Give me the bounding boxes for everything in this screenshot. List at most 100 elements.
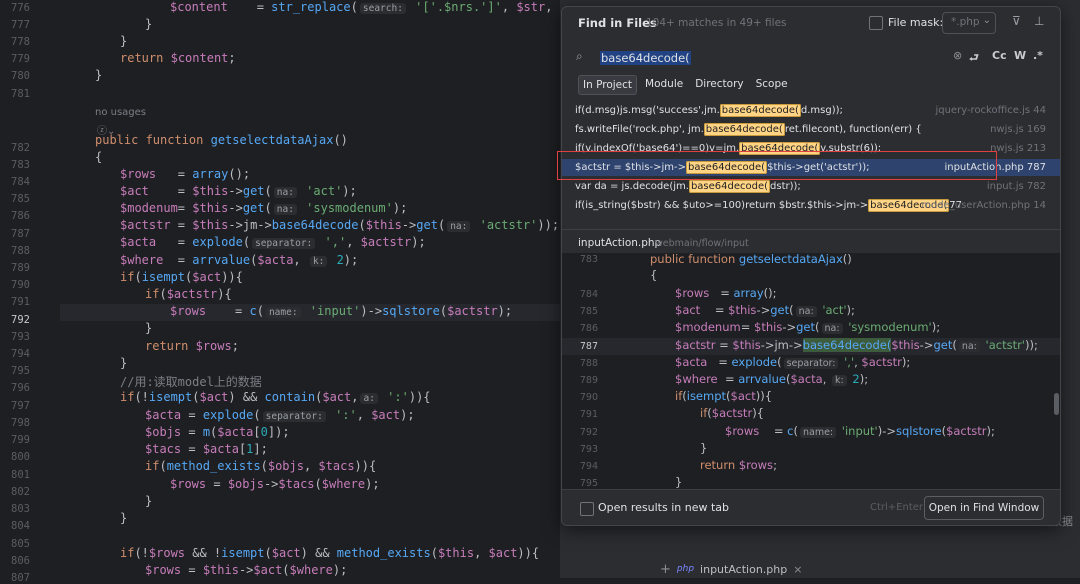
no-usages-hint[interactable]: no usages [95, 107, 146, 118]
file-mask-select[interactable]: *.php ⌄ [942, 12, 996, 34]
code-line-780[interactable]: } [95, 68, 102, 82]
code-comment-796[interactable]: //用:读取model上的数据 [120, 373, 262, 390]
result-file: input.js 782 [986, 181, 1046, 192]
dialog-footer: Open results in new tab Ctrl+Enter Open … [562, 489, 1060, 525]
preview-line-number: 784 [579, 289, 598, 300]
code-line-806[interactable]: if(!$rows && !isempt($act) && method_exi… [120, 546, 539, 560]
result-row[interactable]: if(is_string($bstr) && $uto>=100)return … [562, 197, 1060, 214]
preview-line-number: 792 [579, 427, 598, 438]
result-row[interactable]: if(d.msg)js.msg('success',jm. base64decod… [562, 102, 1060, 119]
line-number: 782 [11, 142, 30, 154]
code-line-800[interactable]: $tacs = $acta[1]; [145, 442, 268, 456]
preview-line-number: 787 [579, 341, 598, 352]
preview-line-number: 794 [579, 461, 598, 472]
tab-scope[interactable]: Scope [752, 75, 792, 95]
line-number: 791 [11, 296, 30, 308]
line-number: 780 [11, 70, 30, 82]
code-line-790[interactable]: if(isempt($act)){ [120, 270, 243, 284]
line-number: 807 [11, 572, 30, 584]
line-number: 783 [11, 159, 30, 171]
open-new-tab-label[interactable]: Open results in new tab [598, 501, 729, 514]
shortcut-hint: Ctrl+Enter [870, 502, 924, 513]
preview-line: } [675, 475, 683, 489]
preview-line: return $rows; [700, 458, 777, 472]
line-number: 776 [11, 2, 30, 14]
open-new-tab-checkbox[interactable] [580, 502, 594, 516]
code-line-787[interactable]: $actstr = $this->jm->base64decode($this-… [120, 218, 559, 232]
preview-line: $actstr = $this->jm->base64decode($this-… [675, 338, 1038, 352]
tab-module[interactable]: Module [641, 75, 687, 95]
code-line-798[interactable]: $acta = explode(separator: ':', $act); [145, 408, 415, 422]
preview-line-number: 793 [579, 444, 598, 455]
code-line-792[interactable]: $rows = c(name: 'input')->sqlstore($acts… [170, 304, 512, 318]
code-line-778[interactable]: } [120, 34, 127, 48]
code-line-788[interactable]: $acta = explode(separator: ',', $actstr)… [120, 235, 426, 249]
php-file-icon: php [676, 564, 695, 574]
line-number: 806 [11, 555, 30, 567]
file-mask-label[interactable]: File mask: [888, 16, 943, 29]
tab-label[interactable]: inputAction.php [700, 563, 787, 576]
background-tab[interactable]: + php inputAction.php × [660, 560, 802, 578]
search-icon[interactable]: ⌕ [576, 49, 583, 64]
result-row[interactable]: var da = js.decode(jm. base64decode(dstr)… [562, 178, 1060, 195]
preview-line-number: 790 [579, 392, 598, 403]
result-row[interactable]: fs.writeFile('rock.php', jm. base64decode… [562, 121, 1060, 138]
code-line-807[interactable]: $rows = $this->$act($where); [145, 563, 347, 577]
line-number: 788 [11, 245, 30, 257]
code-line-791[interactable]: if($actstr){ [145, 287, 232, 301]
code-line-794[interactable]: return $rows; [145, 339, 239, 353]
code-line-799[interactable]: $objs = m($acta[0]); [145, 425, 290, 439]
code-line-786[interactable]: $modenum= $this->get(na: 'sysmodenum'); [120, 201, 407, 215]
code-line-795[interactable]: } [120, 356, 127, 370]
match-case-button[interactable]: Cc [992, 49, 1007, 62]
code-line-801[interactable]: if(method_exists($objs, $tacs)){ [145, 459, 376, 473]
preview-line-number: 789 [579, 375, 598, 386]
preview-scrollbar[interactable] [1054, 393, 1059, 415]
close-icon[interactable]: × [793, 563, 802, 576]
code-line-804[interactable]: } [120, 511, 127, 525]
code-line-777[interactable]: } [145, 17, 152, 31]
search-row[interactable]: ⌕ base64decode( ⊗ ⮐ Cc W .* [562, 43, 1060, 73]
preview-line-number: 795 [579, 478, 598, 489]
code-line-779[interactable]: return $content; [120, 51, 236, 65]
filter-icon[interactable]: ⊽ [1012, 14, 1021, 28]
preview-line: $where = arrvalue($acta, k: 2); [675, 372, 869, 386]
code-line-782[interactable]: public function getselectdataAjax() [95, 133, 348, 147]
line-number: 797 [11, 400, 30, 412]
preview-line: $acta = explode(separator: ',', $actstr)… [675, 355, 911, 369]
line-number: 804 [11, 520, 30, 532]
code-line-797[interactable]: if(!isempt($act) && contain($act, a: ':')… [120, 390, 431, 404]
pin-icon[interactable]: ⊥ [1034, 14, 1044, 28]
preview-line: public function getselectdataAjax() [650, 253, 852, 266]
regex-button[interactable]: .* [1033, 49, 1043, 62]
preview-header: inputAction.php webmain/flow/input [562, 229, 1060, 254]
code-line-785[interactable]: $act = $this->get(na: 'act'); [120, 184, 357, 198]
file-mask-checkbox[interactable] [869, 16, 883, 30]
preview-line-number: 786 [579, 323, 598, 334]
expand-icon[interactable]: + [660, 562, 671, 577]
preview-line: $modenum= $this->get(na: 'sysmodenum'); [675, 320, 941, 334]
code-line-784[interactable]: $rows = array(); [120, 167, 250, 181]
code-line-793[interactable]: } [145, 321, 152, 335]
line-number: 805 [11, 538, 30, 550]
code-line-803[interactable]: } [145, 494, 152, 508]
code-line-802[interactable]: $rows = $objs->$tacs($where); [170, 477, 380, 491]
result-file: mode_userAction.php 14 [921, 200, 1046, 211]
result-file: jquery-rockoffice.js 44 [935, 105, 1046, 116]
open-in-find-window-button[interactable]: Open in Find Window [924, 496, 1044, 520]
tab-in-project[interactable]: In Project [578, 75, 638, 95]
line-number: 800 [11, 451, 30, 463]
code-line-783[interactable]: { [95, 150, 102, 164]
clear-icon[interactable]: ⊗ [953, 49, 962, 62]
code-preview[interactable]: 783 784 785 786 787 788 789 790 791 792 … [562, 253, 1060, 489]
new-line-icon[interactable]: ⮐ [969, 49, 979, 68]
line-number: 795 [11, 365, 30, 377]
find-in-files-dialog[interactable]: Find in Files 104+ matches in 49+ files … [561, 6, 1061, 526]
match-count: 104+ matches in 49+ files [646, 17, 787, 29]
tab-directory[interactable]: Directory [691, 75, 747, 95]
whole-words-button[interactable]: W [1014, 49, 1026, 62]
result-file: nwjs.js 169 [990, 124, 1046, 135]
search-input[interactable]: base64decode( [600, 51, 691, 65]
preview-line: $rows = array(); [675, 286, 777, 300]
code-line-789[interactable]: $where = arrvalue($acta, k: 2); [120, 253, 358, 267]
